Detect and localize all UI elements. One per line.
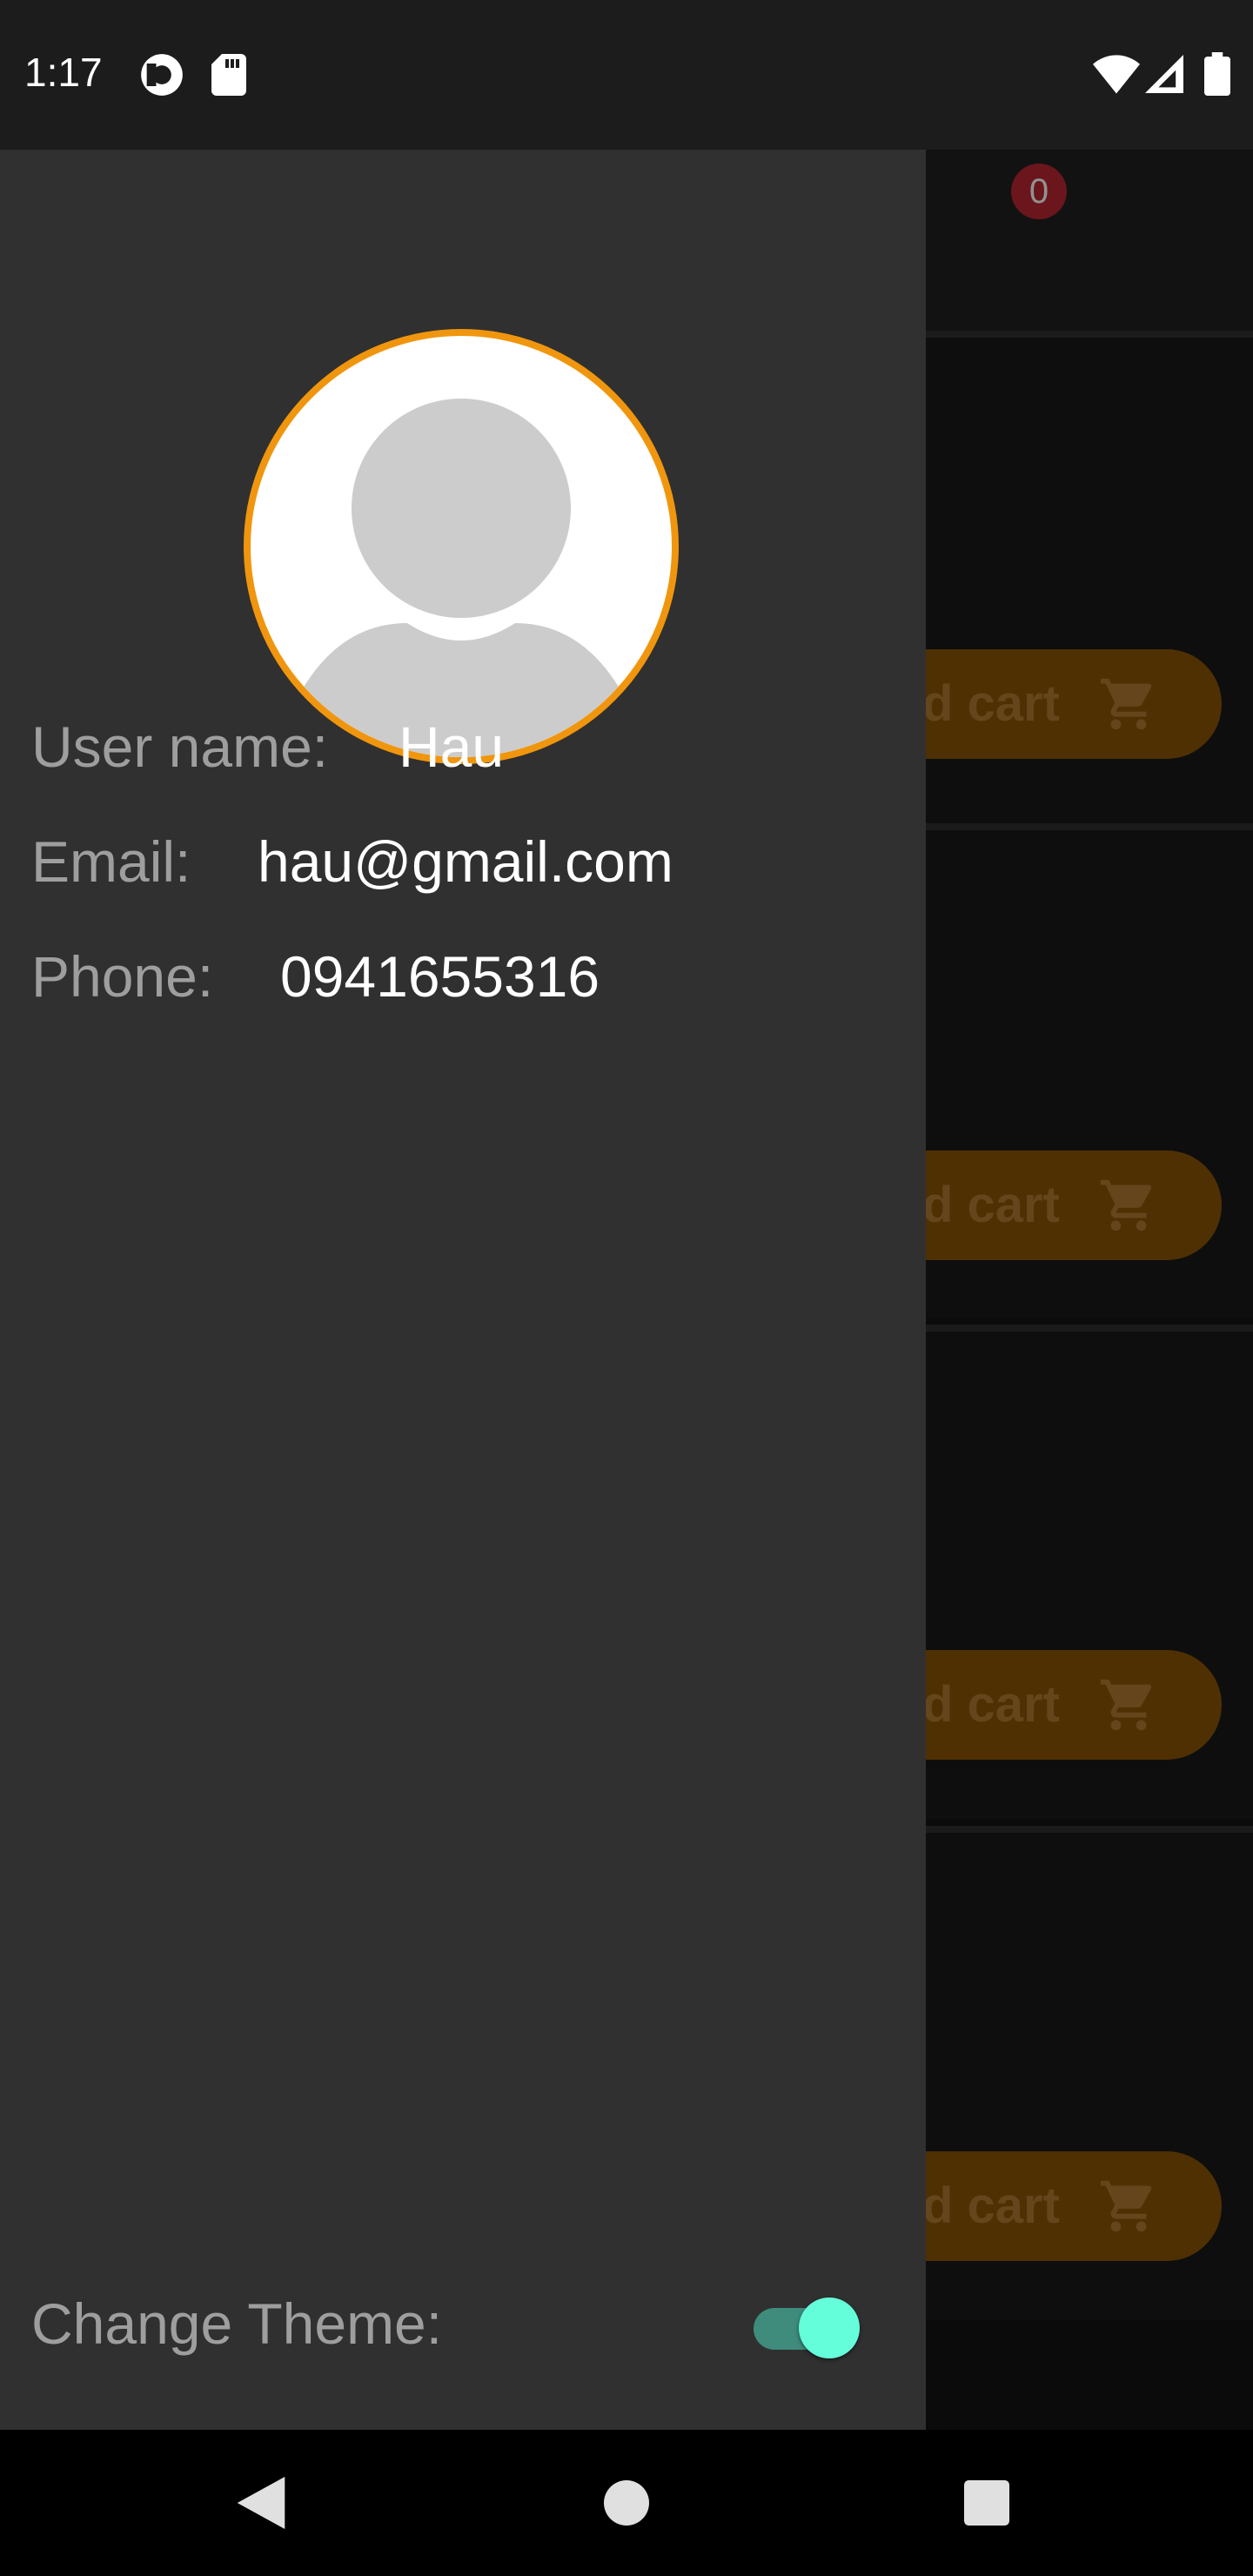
phone-value: 0941655316 [280,944,600,1009]
status-bar: 1:17 [0,0,1253,150]
change-theme-label: Change Theme: [31,2291,443,2356]
username-label: User name: [31,714,329,779]
theme-toggle[interactable] [754,2292,870,2362]
navigation-bar [0,2430,1253,2576]
phone-label: Phone: [31,944,214,1009]
username-value: Hau [399,714,505,779]
battery-icon [1204,52,1230,96]
user-placeholder-icon [251,399,672,757]
signal-icon [1145,55,1183,93]
sd-card-icon [211,54,246,96]
email-label: Email: [31,829,191,894]
pocket-casts-icon [141,54,183,96]
avatar[interactable] [244,329,679,764]
wifi-icon [1093,55,1140,94]
status-time: 1:17 [24,50,103,95]
back-icon[interactable] [237,2477,285,2529]
recents-icon[interactable] [964,2480,1009,2526]
toggle-thumb [799,2298,860,2358]
navigation-drawer: User name: Hau Email: hau@gmail.com Phon… [0,150,926,2430]
home-icon[interactable] [604,2480,649,2526]
drawer-scrim[interactable] [926,0,1253,2430]
email-value: hau@gmail.com [258,829,673,894]
